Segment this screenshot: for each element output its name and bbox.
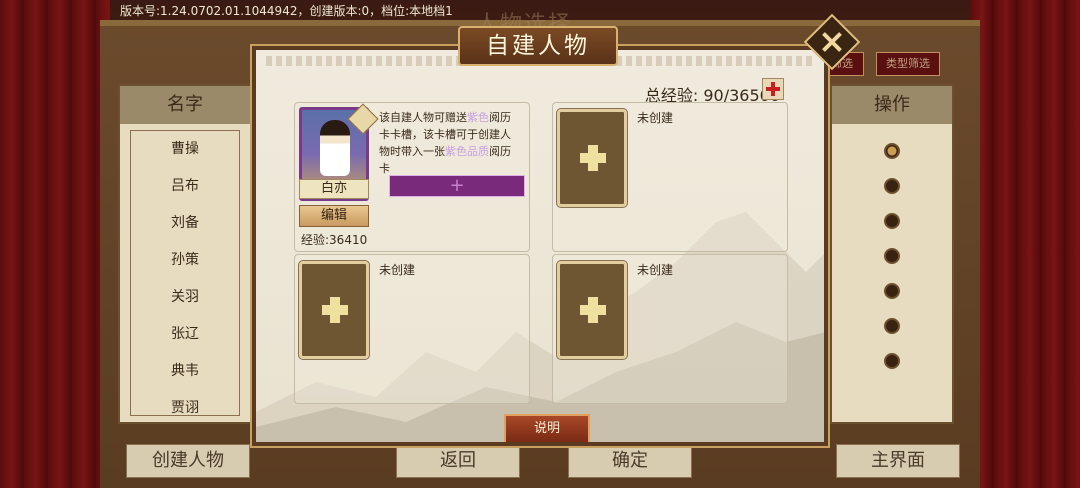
curtain-left — [0, 0, 110, 488]
select-radio[interactable] — [884, 178, 900, 194]
experience-card-slot[interactable]: + — [389, 175, 525, 197]
hero-exp: 经验:36410 — [301, 233, 368, 247]
gift-description: 该自建人物可赠送紫色阅历卡卡槽，该卡槽可于创建人物时带入一张紫色品质阅历卡 — [379, 111, 511, 175]
add-character-button[interactable] — [557, 109, 627, 207]
character-name-list: 名字 曹操 吕布 刘备 孙策 关羽 张辽 典韦 贾诩 — [118, 84, 252, 424]
hero-portrait — [320, 120, 350, 176]
dialog-title: 自建人物 — [458, 26, 618, 66]
list-item[interactable]: 贾诩 — [131, 390, 239, 415]
select-radio[interactable] — [884, 213, 900, 229]
slot-status: 未创建 — [637, 111, 674, 125]
confirm-button[interactable]: 确定 — [568, 444, 692, 478]
quality-badge-icon — [347, 103, 379, 135]
list-item[interactable]: 典韦 — [131, 353, 239, 390]
list-item[interactable]: 刘备 — [131, 205, 239, 242]
select-radio[interactable] — [884, 143, 900, 159]
action-column-header: 操作 — [832, 86, 952, 124]
slot-status: 未创建 — [637, 263, 674, 277]
version-text: 版本号:1.24.0702.01.1044942，创建版本:0，档位:本地档1 — [120, 4, 453, 18]
name-column-header: 名字 — [120, 86, 250, 124]
back-button[interactable]: 返回 — [396, 444, 520, 478]
list-item[interactable]: 曹操 — [131, 131, 239, 168]
custom-character-dialog: 总经验: 90/36500 白亦 编辑 经验:36410 该自建人物可赠送紫色阅… — [250, 44, 830, 448]
character-slot-2: 未创建 — [552, 102, 788, 252]
curtain-right — [970, 0, 1080, 488]
hero-name: 白亦 — [299, 179, 369, 199]
character-slot-1: 白亦 编辑 经验:36410 该自建人物可赠送紫色阅历卡卡槽，该卡槽可于创建人物… — [294, 102, 530, 252]
action-column: 操作 — [830, 84, 954, 424]
add-character-button[interactable] — [557, 261, 627, 359]
character-slot-4: 未创建 — [552, 254, 788, 404]
add-exp-button[interactable] — [762, 78, 784, 100]
edit-button[interactable]: 编辑 — [299, 205, 369, 227]
type-filter-button[interactable]: 类型筛选 — [876, 52, 940, 76]
select-radio[interactable] — [884, 318, 900, 334]
add-character-button[interactable] — [299, 261, 369, 359]
list-item[interactable]: 张辽 — [131, 316, 239, 353]
select-radio[interactable] — [884, 283, 900, 299]
create-character-button[interactable]: 创建人物 — [126, 444, 250, 478]
main-menu-button[interactable]: 主界面 — [836, 444, 960, 478]
list-item[interactable]: 关羽 — [131, 279, 239, 316]
list-item[interactable]: 吕布 — [131, 168, 239, 205]
explain-button[interactable]: 说明 — [504, 414, 590, 442]
select-radio[interactable] — [884, 248, 900, 264]
character-slot-3: 未创建 — [294, 254, 530, 404]
list-item[interactable]: 孙策 — [131, 242, 239, 279]
dialog-body: 总经验: 90/36500 白亦 编辑 经验:36410 该自建人物可赠送紫色阅… — [256, 50, 824, 442]
slot-status: 未创建 — [379, 263, 416, 277]
select-radio[interactable] — [884, 353, 900, 369]
